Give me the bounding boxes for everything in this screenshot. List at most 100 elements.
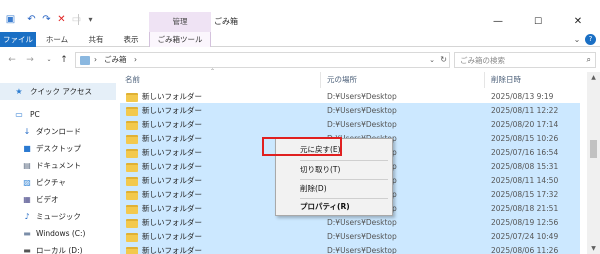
- cell-date-deleted: 2025/08/11 12:22: [491, 106, 559, 115]
- cell-date-deleted: 2025/07/16 16:54: [491, 148, 559, 157]
- column-header-date-deleted[interactable]: 削除日時: [486, 72, 587, 88]
- cell-date-deleted: 2025/08/06 11:26: [491, 246, 559, 254]
- music-icon: ♪: [24, 212, 30, 221]
- cell-name: 新しいフォルダー: [142, 176, 202, 185]
- tab-share[interactable]: 共有: [82, 32, 110, 47]
- address-bar[interactable]: › ごみ箱 › ⌄ ↻: [75, 52, 450, 68]
- redo-icon[interactable]: ↷: [41, 14, 52, 25]
- breadcrumb-recycle-bin[interactable]: ごみ箱: [104, 53, 127, 67]
- cell-name: 新しいフォルダー: [142, 190, 202, 199]
- nav-item-label: ビデオ: [36, 195, 59, 204]
- new-folder-icon[interactable]: ▭: [71, 14, 82, 25]
- undo-icon[interactable]: ↶: [26, 14, 37, 25]
- nav-item-pc[interactable]: ▭ PC: [0, 106, 116, 123]
- folder-icon: [126, 135, 138, 144]
- address-dropdown-icon[interactable]: ⌄: [429, 53, 435, 67]
- table-row[interactable]: 新しいフォルダー D:¥Users¥Desktop 2025/08/06 11:26: [120, 243, 580, 254]
- highlight-annotation: [262, 137, 342, 156]
- scroll-down-icon[interactable]: ▼: [587, 243, 600, 254]
- recent-locations-icon[interactable]: ⌄: [43, 53, 55, 67]
- column-header-name[interactable]: 名前: [120, 72, 321, 88]
- cell-original-location: D:¥Users¥Desktop: [327, 106, 397, 115]
- table-row[interactable]: 新しいフォルダー D:¥Users¥Desktop 2025/07/24 10:49: [120, 229, 580, 244]
- maximize-button[interactable]: ☐: [524, 12, 552, 32]
- refresh-icon[interactable]: ↻: [440, 53, 447, 67]
- window-title: ごみ箱: [214, 17, 238, 26]
- nav-item-label: PC: [30, 110, 40, 119]
- back-button[interactable]: ←: [6, 53, 18, 67]
- cell-date-deleted: 2025/08/15 17:32: [491, 190, 559, 199]
- nav-item-drive-c[interactable]: ▬ Windows (C:): [0, 225, 116, 242]
- menu-separator: [300, 160, 388, 161]
- video-icon: ▦: [23, 195, 31, 204]
- customize-dropdown-icon[interactable]: ▾: [85, 14, 96, 25]
- search-icon[interactable]: ⌕: [587, 53, 591, 67]
- up-button[interactable]: ↑: [58, 53, 70, 67]
- tab-recycle-bin-tools[interactable]: ごみ箱ツール: [149, 32, 211, 47]
- column-header-original-location[interactable]: 元の場所: [322, 72, 485, 88]
- folder-icon: [126, 163, 138, 172]
- drive-icon: ▬: [23, 246, 31, 254]
- ribbon-expand-icon[interactable]: ⌄: [571, 33, 583, 46]
- cell-date-deleted: 2025/08/19 12:56: [491, 218, 559, 227]
- help-icon[interactable]: ?: [585, 34, 596, 45]
- cell-name: 新しいフォルダー: [142, 120, 202, 129]
- folder-icon: [126, 205, 138, 214]
- cell-name: 新しいフォルダー: [142, 162, 202, 171]
- scrollbar-thumb[interactable]: [590, 140, 597, 158]
- nav-item-quick-access[interactable]: ★ クイック アクセス: [0, 83, 116, 100]
- delete-icon[interactable]: ✕: [56, 14, 67, 25]
- tab-home[interactable]: ホーム: [43, 32, 71, 47]
- menu-item-delete[interactable]: 削除(D): [276, 181, 392, 197]
- nav-item-videos[interactable]: ▦ ビデオ: [0, 191, 116, 208]
- breadcrumb-separator[interactable]: ›: [94, 53, 97, 67]
- menu-item-cut[interactable]: 切り取り(T): [276, 162, 392, 178]
- nav-item-drive-d[interactable]: ▬ ローカル (D:): [0, 242, 116, 254]
- address-row: ← → ⌄ ↑ › ごみ箱 › ⌄ ↻ ⌕: [0, 48, 600, 72]
- context-tab-header-label: 管理: [172, 17, 188, 26]
- folder-icon: [126, 177, 138, 186]
- folder-icon: [126, 121, 138, 130]
- nav-item-music[interactable]: ♪ ミュージック: [0, 208, 116, 225]
- nav-item-label: ローカル (D:): [36, 246, 83, 254]
- cell-original-location: D:¥Users¥Desktop: [327, 120, 397, 129]
- table-row[interactable]: 新しいフォルダー D:¥Users¥Desktop 2025/08/11 12:22: [120, 103, 580, 118]
- scroll-up-icon[interactable]: ▲: [587, 72, 600, 83]
- nav-item-label: ミュージック: [36, 212, 81, 221]
- menu-separator: [300, 179, 388, 180]
- ribbon-tab-bar: ファイル ホーム 共有 表示 ごみ箱ツール ⌄ ?: [0, 32, 600, 47]
- table-row[interactable]: 新しいフォルダー D:¥Users¥Desktop 2025/08/19 12:56: [120, 215, 580, 230]
- cell-date-deleted: 2025/08/13 9:19: [491, 92, 554, 101]
- minimize-button[interactable]: —: [484, 12, 512, 32]
- forward-button[interactable]: →: [24, 53, 36, 67]
- document-icon: ▤: [23, 161, 31, 170]
- nav-item-pictures[interactable]: ▨ ピクチャ: [0, 174, 116, 191]
- cell-date-deleted: 2025/08/20 17:14: [491, 120, 559, 129]
- nav-item-documents[interactable]: ▤ ドキュメント: [0, 157, 116, 174]
- nav-item-label: ダウンロード: [36, 127, 81, 136]
- search-box[interactable]: ⌕: [454, 52, 596, 68]
- menu-item-properties[interactable]: プロパティ(R): [276, 199, 392, 215]
- column-headers: ⌃ 名前 元の場所 削除日時: [120, 68, 587, 88]
- title-bar: ▣ ↶ ↷ ✕ ▭ ▾ 管理 ごみ箱 — ☐ ✕: [0, 0, 600, 32]
- table-row[interactable]: 新しいフォルダー D:¥Users¥Desktop 2025/08/13 9:19: [120, 89, 580, 104]
- navigation-pane: ★ クイック アクセス ▭ PC ↓ ダウンロード ■ デスクトップ ▤ ドキュ…: [0, 72, 118, 254]
- nav-item-desktop[interactable]: ■ デスクトップ: [0, 140, 116, 157]
- tab-view[interactable]: 表示: [117, 32, 145, 47]
- properties-icon[interactable]: ▣: [5, 14, 16, 25]
- nav-item-label: Windows (C:): [36, 229, 86, 238]
- breadcrumb-separator[interactable]: ›: [134, 53, 137, 67]
- nav-item-downloads[interactable]: ↓ ダウンロード: [0, 123, 116, 140]
- close-button[interactable]: ✕: [564, 12, 592, 32]
- table-row[interactable]: 新しいフォルダー D:¥Users¥Desktop 2025/08/20 17:14: [120, 117, 580, 132]
- picture-icon: ▨: [23, 178, 31, 187]
- computer-icon: ▭: [15, 110, 23, 119]
- cell-name: 新しいフォルダー: [142, 106, 202, 115]
- vertical-scrollbar[interactable]: ▲ ▼: [587, 72, 600, 254]
- folder-icon: [126, 93, 138, 102]
- tab-file[interactable]: ファイル: [0, 32, 36, 47]
- nav-item-label: ピクチャ: [36, 178, 66, 187]
- cell-name: 新しいフォルダー: [142, 204, 202, 213]
- cell-name: 新しいフォルダー: [142, 218, 202, 227]
- search-input[interactable]: [455, 53, 575, 67]
